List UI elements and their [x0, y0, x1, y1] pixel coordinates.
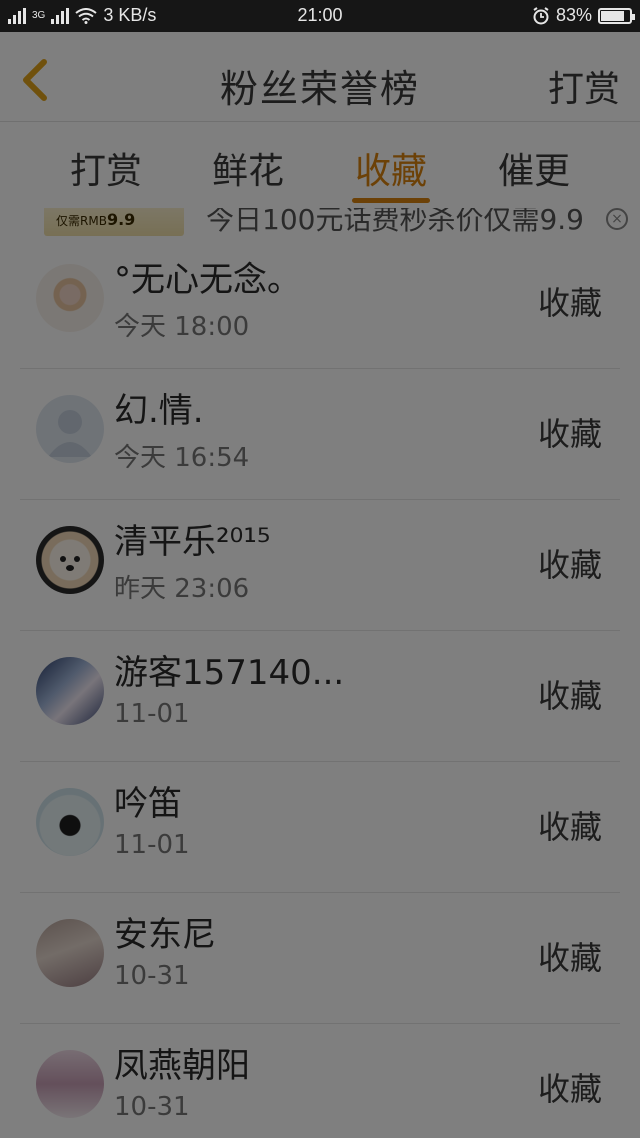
list-item[interactable]: °无心无念。 今天 18:00 收藏	[20, 238, 620, 369]
photo-avatar[interactable]	[36, 919, 104, 987]
fan-action-label: 收藏	[537, 415, 602, 453]
reward-button[interactable]: 打赏	[548, 60, 620, 112]
fan-time: 今天 18:00	[114, 312, 250, 342]
list-item[interactable]: 清平乐²⁰¹⁵ 昨天 23:06 收藏	[20, 500, 620, 631]
status-right: 83%	[532, 5, 635, 26]
alarm-icon	[533, 6, 549, 24]
ad-banner[interactable]: 仅需RMB9.9 今日100元话费秒杀价仅需9.9 ×	[0, 208, 640, 238]
tab-urge-update[interactable]: 催更	[474, 142, 594, 194]
girl-avatar[interactable]	[36, 1050, 104, 1118]
fan-name: 清平乐²⁰¹⁵	[114, 522, 271, 562]
dog-avatar[interactable]	[36, 526, 104, 594]
fan-name: 吟笛	[114, 784, 182, 824]
fan-name: 凤燕朝阳	[114, 1046, 250, 1086]
banner-text: 今日100元话费秒杀价仅需9.9	[206, 208, 584, 236]
list-item[interactable]: 游客157140... 11-01 收藏	[20, 631, 620, 762]
tab-reward[interactable]: 打赏	[46, 142, 166, 194]
fan-name: 幻.情.	[114, 391, 204, 431]
active-tab-indicator	[352, 198, 430, 203]
page-title: 粉丝荣誉榜	[219, 67, 420, 111]
fan-action-label: 收藏	[537, 1070, 602, 1108]
cat-avatar[interactable]	[36, 788, 104, 856]
dog-face-icon	[60, 556, 80, 571]
fan-name: °无心无念。	[114, 260, 301, 300]
default-avatar[interactable]	[36, 395, 104, 463]
fan-time: 昨天 23:06	[114, 574, 250, 604]
fan-action-label: 收藏	[537, 808, 602, 846]
fan-time: 今天 16:54	[114, 443, 250, 473]
tab-favorites[interactable]: 收藏	[331, 142, 451, 194]
fan-list: °无心无念。 今天 18:00 收藏 幻.情. 今天 16:54 收藏 清平乐²…	[0, 238, 640, 1138]
battery-percent: 83%	[555, 5, 592, 25]
list-item[interactable]: 幻.情. 今天 16:54 收藏	[20, 369, 620, 500]
fan-time: 11-01	[114, 699, 190, 729]
close-icon[interactable]: ×	[606, 208, 628, 230]
fan-name: 游客157140...	[114, 653, 345, 693]
banner-image-label: 仅需RMB	[56, 214, 107, 228]
fan-action-label: 收藏	[537, 546, 602, 584]
fan-name: 安东尼	[114, 915, 216, 955]
banner-image-price: 9.9	[106, 210, 136, 229]
fan-time: 10-31	[114, 1092, 190, 1122]
tab-flowers[interactable]: 鲜花	[188, 142, 308, 194]
floral-avatar[interactable]	[36, 264, 104, 332]
person-icon	[48, 410, 92, 457]
fan-action-label: 收藏	[537, 677, 602, 715]
fan-action-label: 收藏	[537, 939, 602, 977]
fan-action-label: 收藏	[537, 284, 602, 322]
tab-bar: 打赏 鲜花 收藏 催更	[0, 122, 640, 208]
banner-image: 仅需RMB9.9	[44, 208, 184, 236]
status-bar: 3G 3 KB/s 21:00 83%	[0, 0, 640, 32]
list-item[interactable]: 吟笛 11-01 收藏	[20, 762, 620, 893]
list-item[interactable]: 凤燕朝阳 10-31 收藏	[20, 1024, 620, 1138]
anime-avatar[interactable]	[36, 657, 104, 725]
fan-time: 10-31	[114, 961, 190, 991]
top-app-bar: 粉丝荣誉榜 打赏	[0, 32, 640, 122]
fan-time: 11-01	[114, 830, 190, 860]
battery-icon	[598, 7, 635, 24]
list-item[interactable]: 安东尼 10-31 收藏	[20, 893, 620, 1024]
